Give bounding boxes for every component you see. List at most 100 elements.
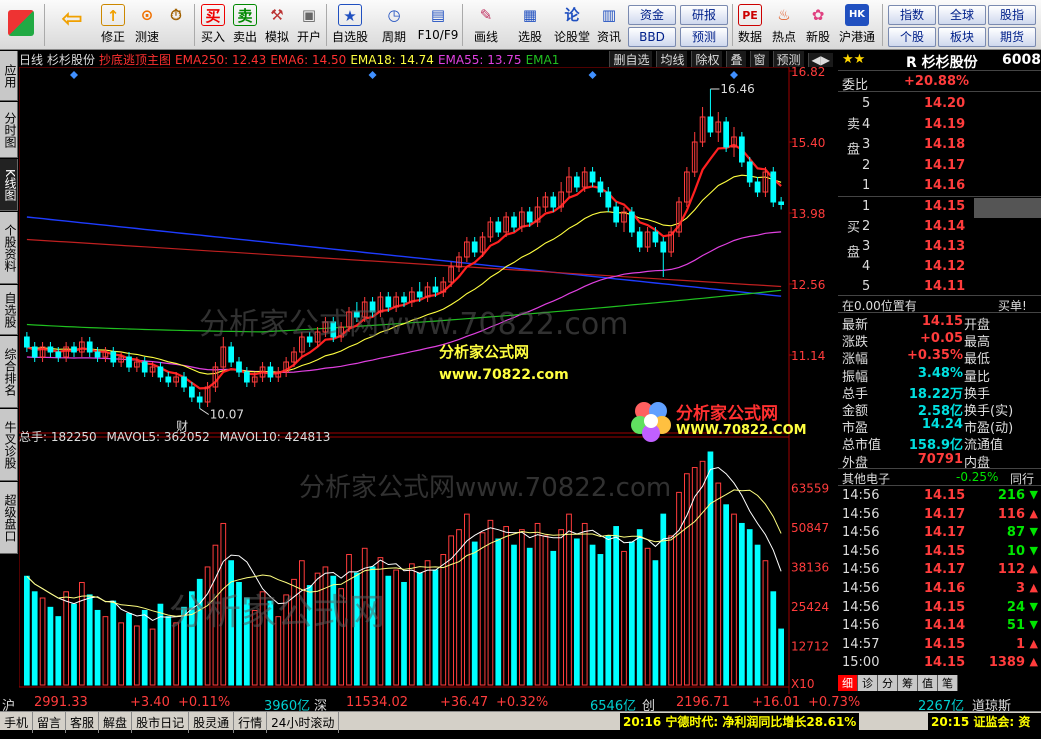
tick-volume: 116 <box>997 506 1025 522</box>
bottom-tab[interactable]: 手机 <box>0 712 34 733</box>
down-arrow-icon: ▼ <box>1029 525 1038 539</box>
volume-bar <box>39 597 46 686</box>
forum-button[interactable]: 论论股堂 <box>552 2 592 48</box>
period-button[interactable]: ◷ 周期 <box>374 2 414 48</box>
global-button[interactable]: 全球 <box>938 5 986 25</box>
bottom-tab[interactable]: 解盘 <box>99 712 133 733</box>
quote-label-2: 量比 <box>964 369 991 385</box>
mavol10-value: MAVOL10: 424813 <box>219 430 331 444</box>
tab-kline[interactable]: K线图 <box>0 159 18 211</box>
detail-tab[interactable]: 细 <box>838 675 858 691</box>
volume-bar <box>511 544 517 686</box>
detail-tab[interactable]: 笔 <box>938 675 958 691</box>
candle-body <box>71 346 77 353</box>
volume-bar <box>566 513 572 686</box>
commission-ratio: 委比 +20.88% <box>838 72 1041 93</box>
overlay-button[interactable]: 叠 <box>726 51 746 67</box>
bid-row[interactable]: 3 14.13 <box>838 238 1041 258</box>
ask-row[interactable]: 5 14.20 <box>838 95 1041 115</box>
sector-row[interactable]: 其他电子 -0.25% 同行 <box>838 468 1041 486</box>
volume-bar <box>126 613 132 686</box>
scroll-button[interactable]: ◀▶ <box>807 53 833 67</box>
fix-button[interactable]: ↑ 修正 <box>96 2 130 48</box>
ask-row[interactable]: 4 14.19 <box>838 116 1041 136</box>
tab-intraday[interactable]: 分时图 <box>0 102 18 158</box>
back-button[interactable]: ⇦ <box>52 2 92 48</box>
volume-bar <box>118 622 124 686</box>
news-ticker-2[interactable]: 20:15 证监会: 资 <box>928 713 1041 730</box>
bid-row[interactable]: 1 14.15 <box>838 198 1041 218</box>
bottom-tab[interactable]: 24小时滚动 <box>267 712 340 733</box>
ask-row[interactable]: 2 14.17 <box>838 157 1041 177</box>
sector-button[interactable]: 板块 <box>938 27 986 47</box>
tab-profile[interactable]: 个股资料 <box>0 212 18 284</box>
window-button[interactable]: 窗 <box>749 51 769 67</box>
simulate-button[interactable]: ⚒ 模拟 <box>262 2 292 48</box>
detail-tab[interactable]: 值 <box>918 675 938 691</box>
predict-button[interactable]: 预测 <box>772 51 804 67</box>
bbd-button[interactable]: BBD <box>628 27 676 47</box>
stock-button[interactable]: 个股 <box>888 27 936 47</box>
futures-button[interactable]: 期货 <box>988 27 1036 47</box>
tab-super-handicap[interactable]: 超级盘口 <box>0 482 18 554</box>
tab-favorites[interactable]: 自选股 <box>0 285 18 335</box>
bottom-tab[interactable]: 留言 <box>33 712 67 733</box>
fund-button[interactable]: 资金 <box>628 5 676 25</box>
ask-row[interactable]: 1 14.16 <box>838 177 1041 197</box>
volume-bar <box>471 541 478 686</box>
volume-bar <box>141 609 148 686</box>
tab-diagnosis[interactable]: 牛叉诊股 <box>0 409 18 481</box>
bottom-tab[interactable]: 股灵通 <box>189 712 235 733</box>
news-button[interactable]: ▥ 资讯 <box>592 2 626 48</box>
kline-chart[interactable]: 16.82 15.40 13.98 12.56 11.14 63559 50847 38136… <box>19 67 837 694</box>
news-ticker[interactable]: 20:16 宁德时代: 净利润同比增长28.61% <box>620 713 860 730</box>
detail-tab[interactable]: 分 <box>878 675 898 691</box>
candle-body <box>574 176 580 188</box>
data-button[interactable]: PE 数据 <box>734 2 766 48</box>
detail-tab[interactable]: 诊 <box>858 675 878 691</box>
open-account-button[interactable]: ▣ 开户 <box>294 2 324 48</box>
f10-button[interactable]: ▤ F10/F9 <box>416 2 460 48</box>
bid-row[interactable]: 5 14.11 <box>838 278 1041 298</box>
logo-icon[interactable] <box>2 2 40 48</box>
volume-bar <box>589 544 596 686</box>
quote-label-2: 流通值 <box>964 438 1004 454</box>
bottom-tab[interactable]: 客服 <box>66 712 100 733</box>
ma-button[interactable]: 均线 <box>656 51 688 67</box>
bid-level: 1 <box>862 199 871 214</box>
sell-label: 卖出 <box>232 30 257 44</box>
down-arrow-icon: ▼ <box>1029 543 1038 557</box>
tab-ranking[interactable]: 综合排名 <box>0 336 18 408</box>
forecast-button[interactable]: 预测 <box>680 27 728 47</box>
index-button[interactable]: 指数 <box>888 5 936 25</box>
exright-button[interactable]: 除权 <box>691 51 723 67</box>
remove-favorite-button[interactable]: 删自选 <box>609 51 653 67</box>
clock-button[interactable]: ⏱ <box>162 2 190 48</box>
cy-percent: +0.73% <box>808 695 861 710</box>
bid-row[interactable]: 4 14.12 <box>838 258 1041 278</box>
formula-name[interactable]: 抄底逃顶主图 <box>99 53 171 67</box>
hk-connect-button[interactable]: HK 沪港通 <box>836 2 878 48</box>
stock-picker-button[interactable]: ▦ 选股 <box>510 2 550 48</box>
candle-body <box>267 366 274 378</box>
hot-button[interactable]: ♨ 热点 <box>768 2 800 48</box>
stock-index-button[interactable]: 股指 <box>988 5 1036 25</box>
detail-tab[interactable]: 筹 <box>898 675 918 691</box>
bottom-tab[interactable]: 行情 <box>234 712 268 733</box>
test-speed-button[interactable]: ⊙ 测速 <box>130 2 164 48</box>
favorites-button[interactable]: ★ 自选股 <box>330 2 370 48</box>
report-button[interactable]: 研报 <box>680 5 728 25</box>
bottom-tab[interactable]: 股市日记 <box>132 712 190 733</box>
up-arrow-icon: ▲ <box>1029 636 1038 650</box>
sell-button[interactable]: 卖卖出 <box>230 2 260 48</box>
ask-row[interactable]: 3 14.18 <box>838 136 1041 156</box>
watermark-title: 分析家公式网 <box>439 343 530 361</box>
candle-body <box>550 196 557 208</box>
tab-apps[interactable]: 应用 <box>0 51 18 101</box>
price-axis-label: 12.56 <box>791 278 825 292</box>
draw-line-button[interactable]: ✎ 画线 <box>466 2 506 48</box>
buy-button[interactable]: 买买入 <box>198 2 228 48</box>
new-stock-button[interactable]: ✿ 新股 <box>802 2 834 48</box>
bid-price: 14.13 <box>924 239 966 254</box>
bid-row[interactable]: 2 14.14 <box>838 218 1041 238</box>
